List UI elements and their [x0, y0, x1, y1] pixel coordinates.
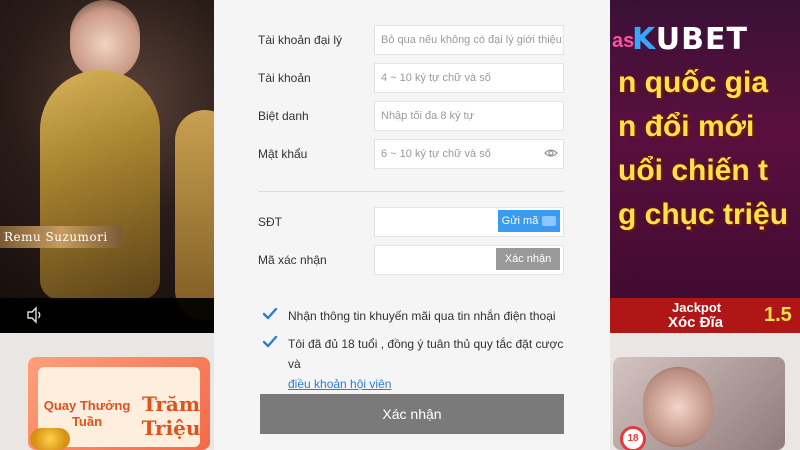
promo-sms-checkbox-row: Nhận thông tin khuyến mãi qua tin nhắn đ…: [262, 306, 578, 326]
model-name-plate: Remu Suzumori: [0, 226, 122, 248]
weekly-spin-title: Quay Thưởng Tuần: [43, 398, 131, 429]
speaker-icon[interactable]: [26, 306, 44, 324]
age-18-badge: 18: [620, 426, 646, 450]
terms-checkbox[interactable]: [262, 334, 278, 350]
registration-form: Tài khoản đại lý Tài khoản Biệt danh Mật…: [214, 0, 610, 450]
jackpot-amount: 1.5: [764, 304, 792, 326]
jackpot-game: Xóc Đĩa: [668, 314, 724, 331]
password-row: Mật khẩu: [258, 138, 564, 170]
agent-account-row: Tài khoản đại lý: [258, 24, 564, 56]
promo-line-4: g chục triệu: [618, 198, 789, 231]
password-input[interactable]: [374, 139, 564, 169]
verify-code-row: Mã xác nhận Xác nhận: [258, 244, 564, 276]
member-terms-link[interactable]: điều khoản hội viên: [288, 377, 391, 391]
logo-rest: UBET: [655, 22, 748, 57]
password-label: Mật khẩu: [258, 147, 308, 161]
terms-checkbox-row: Tôi đã đủ 18 tuổi , đồng ý tuân thủ quy …: [262, 334, 578, 394]
model-figure: [40, 70, 160, 300]
promo-sms-text: Nhận thông tin khuyến mãi qua tin nhắn đ…: [288, 309, 556, 323]
kubet-logo: KUBET: [632, 22, 748, 57]
verify-code-label: Mã xác nhận: [258, 253, 327, 267]
model-face: [643, 367, 713, 447]
nickname-row: Biệt danh: [258, 100, 564, 132]
phone-row: SĐT Gửi mã: [258, 206, 564, 238]
logo-k: K: [632, 22, 656, 57]
model-head: [70, 0, 140, 80]
eye-icon[interactable]: [544, 147, 558, 159]
form-divider: [258, 191, 564, 192]
nickname-input[interactable]: [374, 101, 564, 131]
agent-account-label: Tài khoản đại lý: [258, 33, 343, 47]
send-code-label: Gửi mã: [501, 215, 539, 227]
nickname-label: Biệt danh: [258, 109, 309, 123]
left-promo-banner: [0, 0, 214, 330]
account-row: Tài khoản: [258, 62, 564, 94]
account-label: Tài khoản: [258, 71, 311, 85]
chat-icon: [542, 216, 557, 226]
weekly-spin-prize: Trăm Triệu: [141, 392, 201, 440]
account-input[interactable]: [374, 63, 564, 93]
agent-account-input[interactable]: [374, 25, 564, 55]
promo-line-1: n quốc gia: [618, 66, 768, 99]
promo-line-3: uổi chiến t: [618, 154, 768, 187]
promo-line-2: n đổi mới: [618, 110, 755, 143]
model-figure-secondary: [175, 110, 214, 320]
verify-code-button[interactable]: Xác nhận: [496, 248, 560, 270]
submit-button[interactable]: Xác nhận: [260, 394, 564, 434]
terms-text: Tôi đã đủ 18 tuổi , đồng ý tuân thủ quy …: [288, 337, 564, 391]
promo-sms-checkbox[interactable]: [262, 306, 278, 322]
jackpot-label: Jackpot: [672, 300, 722, 315]
logo-prefix: as: [612, 30, 635, 52]
phone-label: SĐT: [258, 215, 282, 229]
coins-icon: [30, 428, 70, 450]
send-code-button[interactable]: Gửi mã: [498, 210, 560, 232]
